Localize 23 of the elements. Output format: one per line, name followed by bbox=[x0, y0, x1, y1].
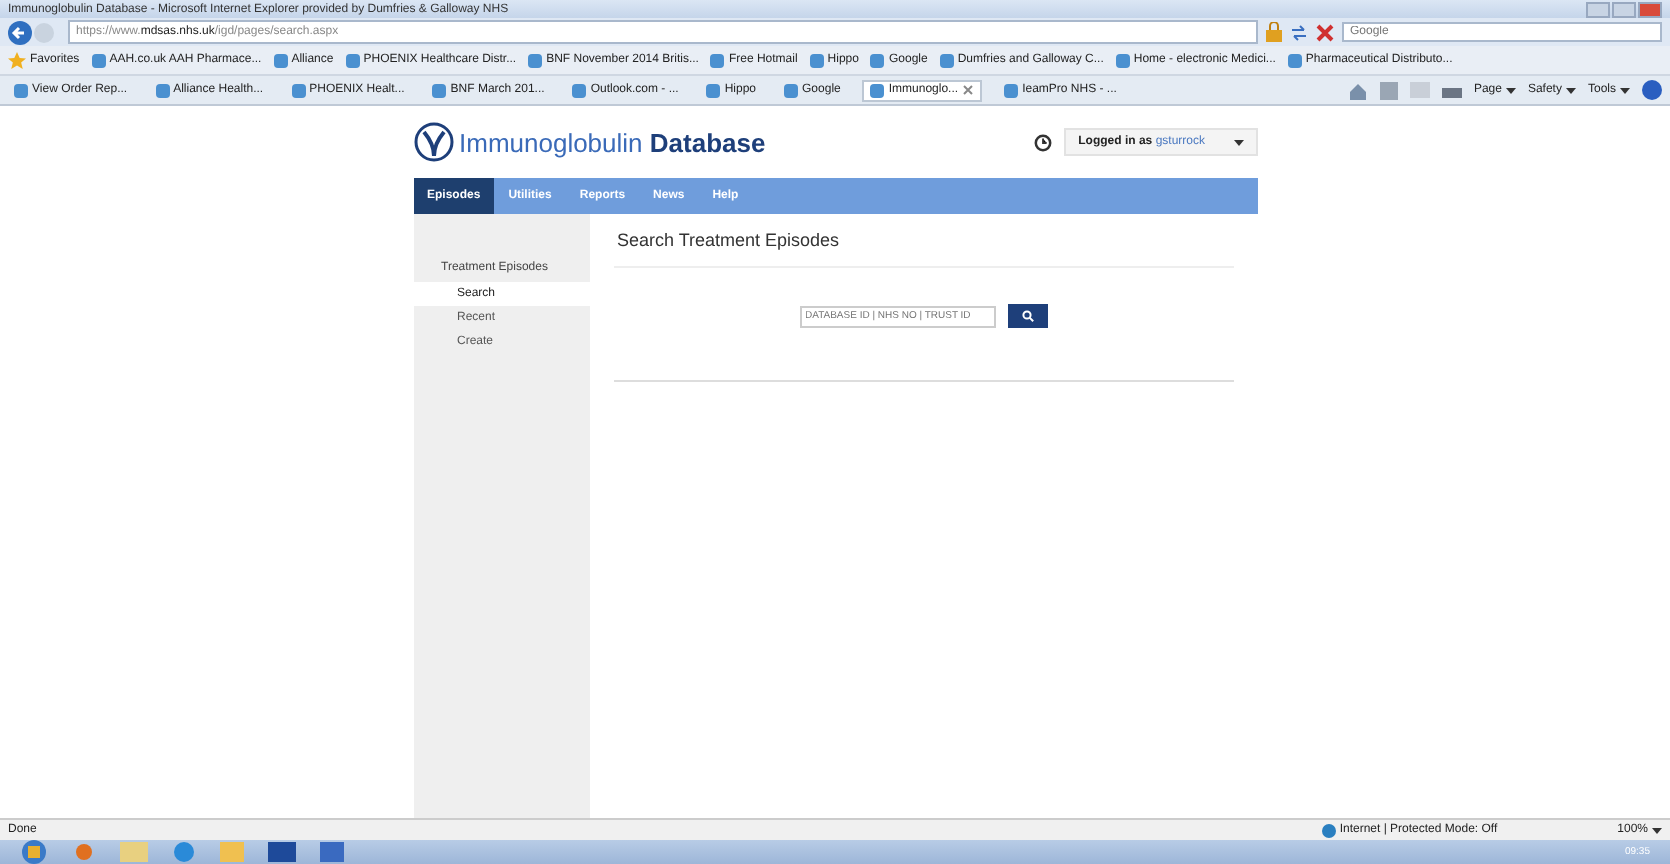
start-button[interactable] bbox=[20, 840, 48, 864]
app-logo: Immunoglobulin Database bbox=[459, 127, 766, 157]
stop-icon[interactable] bbox=[1316, 23, 1334, 41]
star-icon bbox=[8, 51, 26, 69]
search-icon bbox=[1021, 310, 1033, 322]
caret-icon bbox=[1233, 139, 1243, 145]
close-icon[interactable] bbox=[962, 84, 975, 96]
caret-icon bbox=[1565, 87, 1576, 93]
lock-icon bbox=[1266, 22, 1282, 42]
clock-icon[interactable] bbox=[1034, 133, 1053, 151]
back-forward-icon[interactable] bbox=[8, 19, 60, 45]
refresh-icon[interactable] bbox=[1290, 23, 1308, 41]
home-icon[interactable] bbox=[1347, 81, 1368, 99]
caret-icon bbox=[1505, 87, 1516, 93]
search-button[interactable] bbox=[1007, 304, 1047, 328]
caret-icon bbox=[1652, 827, 1662, 833]
close-button[interactable] bbox=[1638, 1, 1662, 17]
minimize-button[interactable] bbox=[1586, 1, 1610, 17]
logo-icon bbox=[413, 122, 453, 162]
page-title: Search Treatment Episodes bbox=[613, 226, 1233, 268]
maximize-button[interactable] bbox=[1612, 1, 1636, 17]
caret-icon bbox=[1620, 87, 1630, 93]
globe-icon bbox=[1321, 823, 1336, 837]
